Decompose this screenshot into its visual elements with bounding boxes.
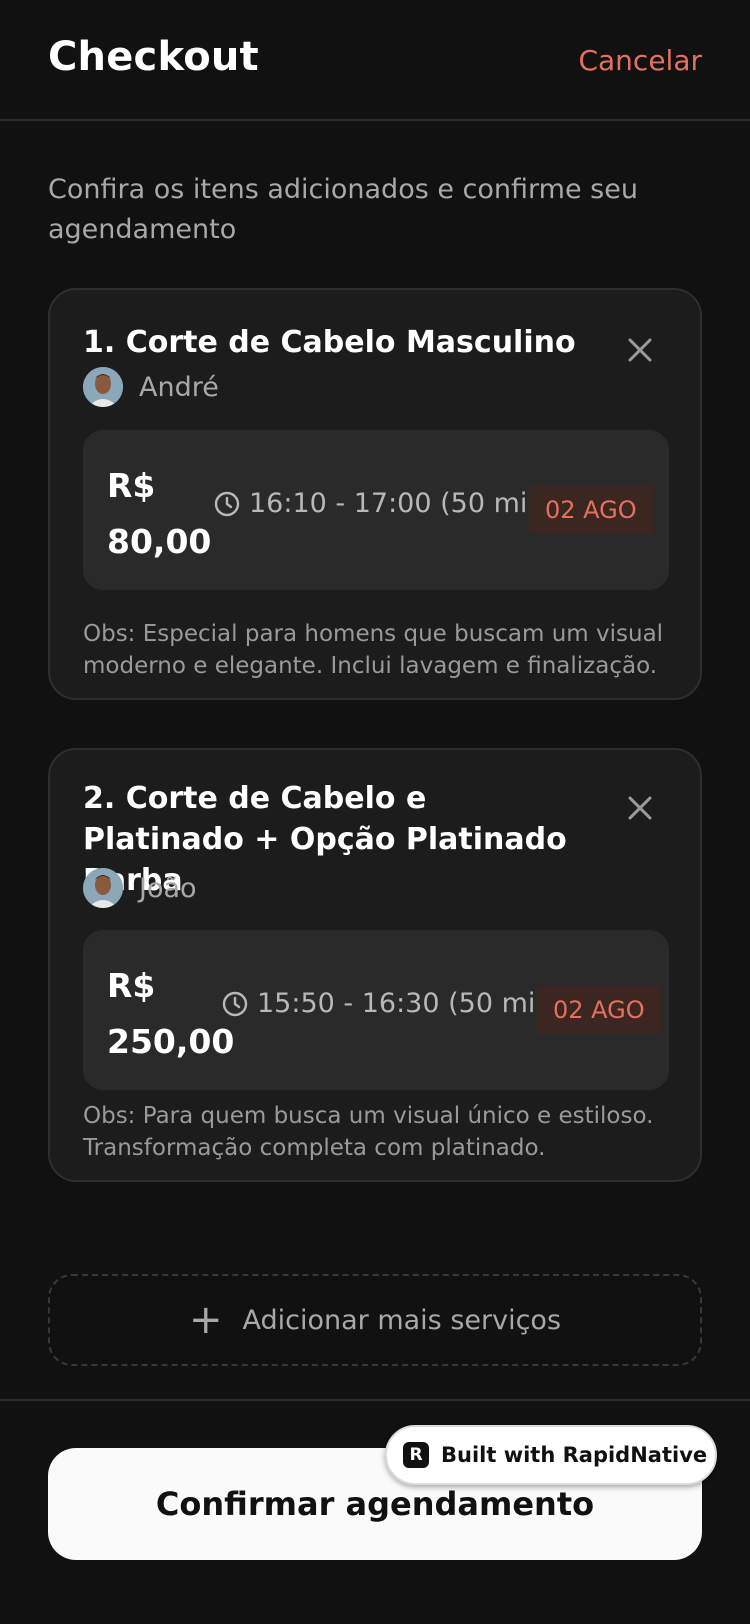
footer-divider bbox=[0, 1399, 750, 1401]
professional-name: André bbox=[139, 371, 219, 403]
avatar bbox=[83, 367, 123, 407]
price-value: 80,00 bbox=[107, 522, 212, 561]
page-subtitle: Confira os itens adicionados e confirme … bbox=[48, 174, 638, 245]
service-card: 2. Corte de Cabelo e Platinado + Opção P… bbox=[48, 748, 702, 1182]
add-more-label: Adicionar mais serviços bbox=[242, 1304, 562, 1336]
service-card: 1. Corte de Cabelo Masculino André R$ 80… bbox=[48, 288, 702, 700]
service-title: 1. Corte de Cabelo Masculino bbox=[83, 325, 576, 360]
close-icon[interactable] bbox=[624, 792, 656, 824]
professional-row: João bbox=[83, 868, 197, 908]
price-value: 250,00 bbox=[107, 1022, 235, 1061]
time-row: 16:10 - 17:00 (50 min) bbox=[213, 488, 555, 519]
price-currency: R$ bbox=[107, 466, 156, 505]
rapidnative-logo-icon: R bbox=[403, 1442, 429, 1468]
professional-row: André bbox=[83, 367, 219, 407]
clock-icon bbox=[214, 491, 240, 516]
built-with-label: Built with RapidNative bbox=[441, 1443, 708, 1467]
add-more-services-button[interactable]: + Adicionar mais serviços bbox=[48, 1274, 702, 1366]
clock-icon bbox=[222, 991, 248, 1016]
header: Checkout Cancelar bbox=[0, 0, 750, 121]
price: R$ 250,00 bbox=[107, 958, 234, 1070]
date-badge: 02 AGO bbox=[529, 486, 653, 534]
time-row: 15:50 - 16:30 (50 min) bbox=[221, 988, 563, 1019]
price-currency: R$ bbox=[107, 966, 156, 1005]
time-range: 15:50 - 16:30 (50 min) bbox=[257, 988, 564, 1019]
plus-icon: + bbox=[188, 1297, 223, 1343]
cancel-button[interactable]: Cancelar bbox=[578, 44, 702, 77]
service-notes: Obs: Para quem busca um visual único e e… bbox=[83, 1103, 654, 1161]
date-badge: 02 AGO bbox=[537, 986, 661, 1034]
page-title: Checkout bbox=[48, 34, 259, 80]
built-with-badge[interactable]: R Built with RapidNative bbox=[385, 1425, 717, 1485]
confirm-label: Confirmar agendamento bbox=[155, 1485, 595, 1523]
avatar bbox=[83, 868, 123, 908]
service-notes: Obs: Especial para homens que buscam um … bbox=[83, 621, 664, 679]
professional-name: João bbox=[139, 872, 197, 904]
price-box: R$ 80,00 16:10 - 17:00 (50 min) 02 AGO bbox=[83, 430, 669, 590]
price-box: R$ 250,00 15:50 - 16:30 (50 min) 02 AGO bbox=[83, 930, 669, 1090]
time-range: 16:10 - 17:00 (50 min) bbox=[249, 488, 556, 519]
price: R$ 80,00 bbox=[107, 458, 211, 570]
close-icon[interactable] bbox=[624, 334, 656, 366]
